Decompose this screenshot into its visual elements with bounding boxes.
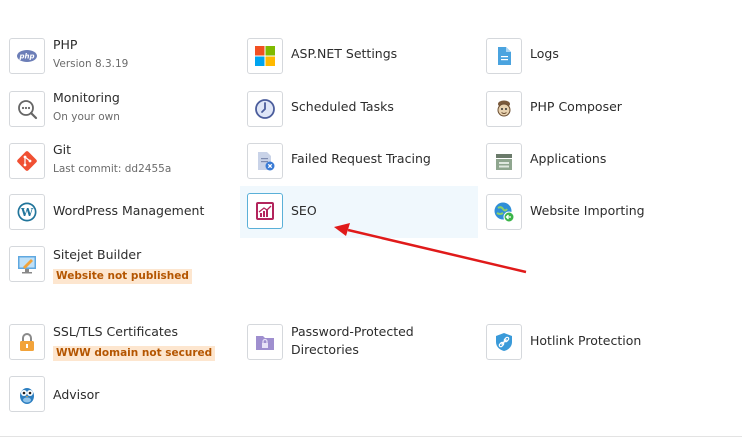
advisor-title: Advisor [53,387,100,402]
monitoring-title: Monitoring [53,90,120,105]
logs-title: Logs [530,46,559,61]
tool-applications[interactable]: Applications [479,135,729,187]
composer-title: PHP Composer [530,99,622,114]
tool-seo[interactable]: SEO [240,186,478,238]
php-title: PHP [53,37,78,52]
owl-icon [9,376,45,412]
git-last-commit: Last commit: dd2455a [53,163,172,175]
svg-text:php: php [18,53,34,61]
windows-icon [247,38,283,74]
composer-icon [486,91,522,127]
tool-failed-request-tracing[interactable]: Failed Request Tracing [240,135,478,187]
php-version: Version 8.3.19 [53,58,129,70]
applications-title: Applications [530,151,607,166]
protected-folder-icon [247,324,283,360]
php-icon: php [9,38,45,74]
password-title: Password-Protected [291,324,414,339]
tool-git[interactable]: Git Last commit: dd2455a [0,135,238,187]
tool-ssl-tls-certificates[interactable]: SSL/TLS Certificates WWW domain not secu… [0,318,238,370]
tool-aspnet-settings[interactable]: ASP.NET Settings [240,30,478,82]
svg-text:W: W [20,206,34,219]
tool-website-importing[interactable]: Website Importing [479,186,729,238]
wordpress-icon: W [9,194,45,230]
applications-icon [486,143,522,179]
tool-advisor[interactable]: Advisor [0,372,238,424]
shield-link-icon [486,324,522,360]
seo-chart-icon [247,193,283,229]
ssl-status-badge: WWW domain not secured [53,346,216,361]
monitoring-subtitle: On your own [53,111,120,123]
sitejet-status-badge: Website not published [53,269,192,284]
tool-password-protected-directories[interactable]: Password-Protected Directories [240,318,478,370]
tool-wordpress[interactable]: W WordPress Management [0,186,238,238]
hotlink-title: Hotlink Protection [530,333,642,348]
tool-sitejet-builder[interactable]: Sitejet Builder Website not published [0,240,238,292]
git-title: Git [53,142,72,157]
wordpress-title: WordPress Management [53,203,205,218]
git-icon [9,143,45,179]
tool-logs[interactable]: Logs [479,30,729,82]
document-icon [486,38,522,74]
sitejet-icon [9,246,45,282]
aspnet-title: ASP.NET Settings [291,46,398,61]
scheduled-title: Scheduled Tasks [291,99,394,114]
clock-icon [247,91,283,127]
tool-php[interactable]: php PHP Version 8.3.19 [0,30,238,82]
error-document-icon [247,143,283,179]
importing-title: Website Importing [530,203,645,218]
sitejet-title: Sitejet Builder [53,247,142,262]
lock-icon [9,324,45,360]
tool-hotlink-protection[interactable]: Hotlink Protection [479,318,729,370]
password-title-line2: Directories [291,342,359,357]
failed-title: Failed Request Tracing [291,151,431,166]
tool-scheduled-tasks[interactable]: Scheduled Tasks [240,83,478,135]
bottom-divider [0,436,742,437]
tool-monitoring[interactable]: Monitoring On your own [0,83,238,135]
ssl-title: SSL/TLS Certificates [53,324,178,339]
globe-import-icon [486,194,522,230]
tool-php-composer[interactable]: PHP Composer [479,83,729,135]
monitoring-icon [9,91,45,127]
seo-title: SEO [291,203,317,218]
